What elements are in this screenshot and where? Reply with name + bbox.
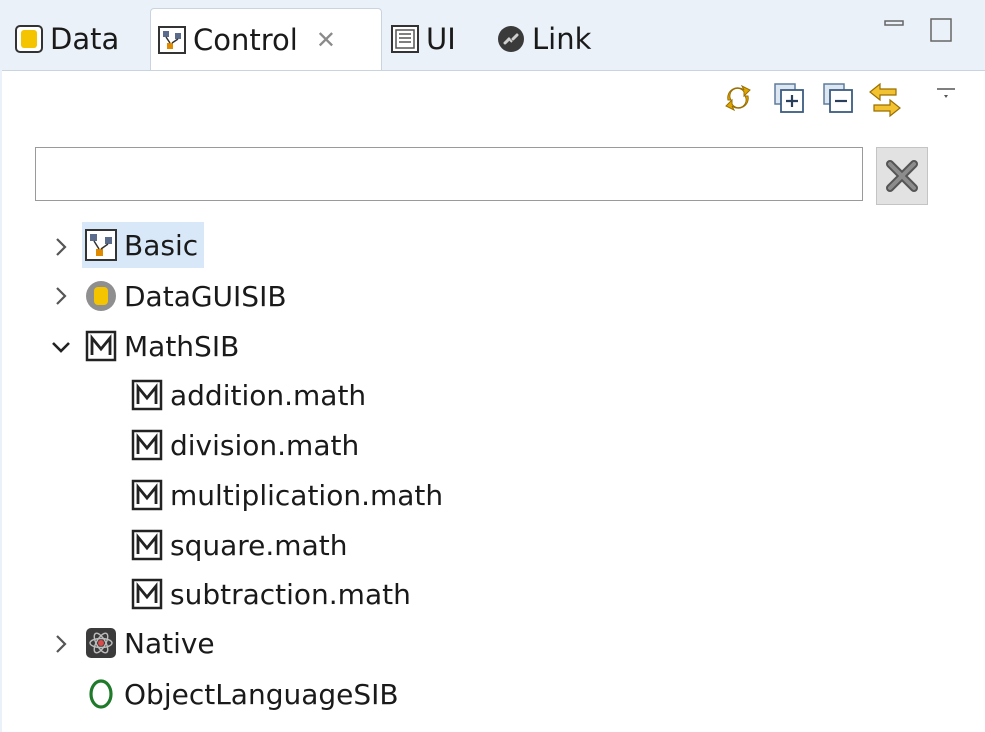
ui-form-icon: [391, 25, 419, 53]
control-graph-icon: [85, 229, 117, 261]
link-chain-icon: [498, 26, 524, 52]
collapse-all-icon[interactable]: [822, 82, 854, 114]
math-m-icon: [131, 529, 163, 561]
tree-item-native[interactable]: Native: [84, 621, 215, 665]
math-m-icon: [131, 429, 163, 461]
tree-item-division[interactable]: division.math: [130, 423, 359, 467]
tab-data-label: Data: [50, 22, 120, 56]
sync-icon[interactable]: [722, 82, 754, 114]
close-icon[interactable]: ✕: [316, 26, 336, 54]
tree-item-label: division.math: [170, 428, 360, 462]
collapse-chevron-icon[interactable]: [50, 336, 72, 358]
tree-item-label: DataGUISIB: [124, 279, 287, 313]
tree-item-dataguisib[interactable]: DataGUISIB: [84, 274, 287, 318]
tree-item-mathsib[interactable]: MathSIB: [84, 324, 239, 368]
expand-chevron-icon[interactable]: [50, 285, 72, 307]
maximize-icon[interactable]: [930, 18, 952, 42]
tab-link-label: Link: [532, 22, 592, 56]
data-cylinder-icon: [86, 281, 116, 311]
math-m-icon: [131, 578, 163, 610]
tree-item-objectlanguagesib[interactable]: ObjectLanguageSIB: [84, 672, 399, 716]
tab-ui[interactable]: UI: [390, 8, 485, 70]
native-atom-icon: [86, 628, 116, 658]
tree-item-addition[interactable]: addition.math: [130, 373, 366, 417]
tree-item-label: subtraction.math: [170, 577, 411, 611]
clear-filter-button[interactable]: [876, 147, 928, 205]
expand-all-icon[interactable]: [773, 82, 805, 114]
tree-item-label: MathSIB: [124, 329, 240, 363]
data-cylinder-icon: [15, 25, 43, 53]
expand-chevron-icon[interactable]: [50, 236, 72, 258]
tree-item-multiplication[interactable]: multiplication.math: [130, 473, 443, 517]
view-menu-icon[interactable]: [935, 86, 957, 106]
tree-item-square[interactable]: square.math: [130, 523, 347, 567]
tab-link[interactable]: Link: [496, 8, 616, 70]
tree-item-basic[interactable]: Basic: [82, 222, 205, 268]
object-o-icon: [89, 679, 113, 709]
link-with-editor-icon[interactable]: [866, 82, 904, 118]
control-graph-icon: [158, 25, 186, 54]
view-tab-bar: Data Control ✕ UI Link: [0, 0, 985, 71]
clear-x-icon: [886, 160, 918, 192]
math-m-icon: [131, 379, 163, 411]
tree-item-label: multiplication.math: [170, 478, 444, 512]
tab-data[interactable]: Data: [14, 8, 144, 70]
tab-control-label: Control: [193, 22, 298, 57]
expand-chevron-icon[interactable]: [50, 633, 72, 655]
math-m-icon: [85, 330, 117, 362]
filter-input[interactable]: [35, 147, 863, 201]
tab-control[interactable]: Control ✕: [150, 8, 382, 70]
view-border: [0, 70, 2, 732]
tree-item-label: Basic: [124, 228, 199, 262]
tree-item-subtraction[interactable]: subtraction.math: [130, 572, 411, 616]
tree-item-label: Native: [124, 626, 215, 660]
minimize-icon[interactable]: [884, 18, 904, 38]
math-m-icon: [131, 479, 163, 511]
tree-item-label: addition.math: [170, 378, 367, 412]
tree-item-label: square.math: [170, 528, 348, 562]
tree-item-label: ObjectLanguageSIB: [124, 677, 399, 711]
tab-ui-label: UI: [426, 22, 456, 56]
